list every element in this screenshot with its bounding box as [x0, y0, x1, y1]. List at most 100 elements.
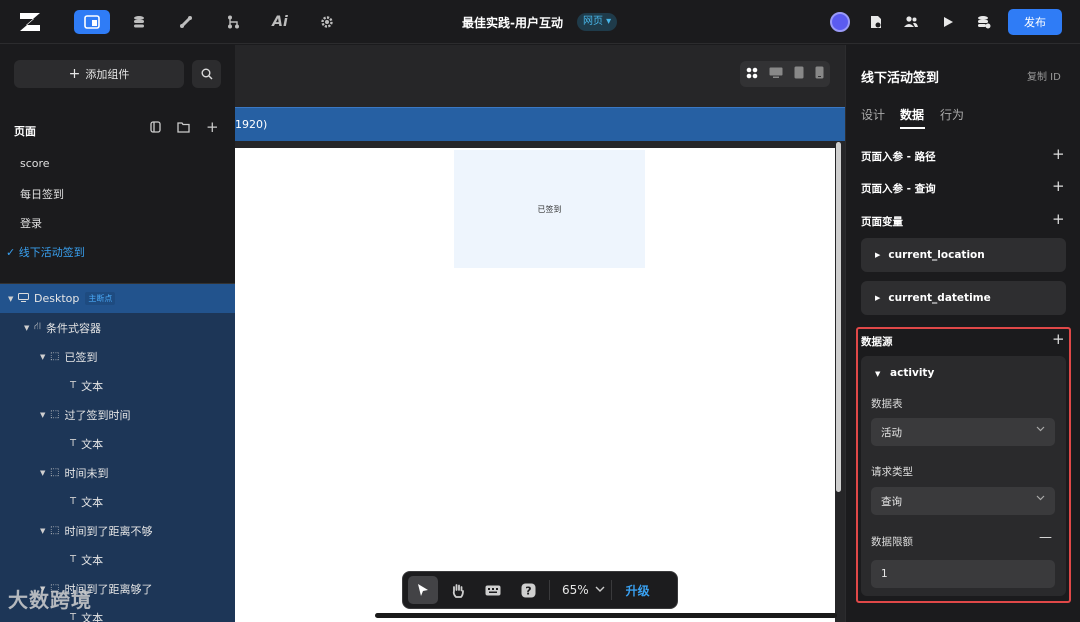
chevron-down-icon — [1036, 425, 1045, 435]
tab-behavior[interactable]: 行为 — [940, 106, 964, 123]
table-select[interactable]: 活动 — [871, 418, 1055, 446]
pages-actions: + — [150, 120, 219, 136]
grid-view-icon[interactable] — [746, 67, 758, 82]
variable-name: current_location — [888, 249, 985, 261]
preview-play-icon[interactable] — [938, 12, 958, 32]
limit-input[interactable]: 1 — [871, 560, 1055, 588]
caret-down-icon[interactable]: ▼ — [40, 527, 50, 535]
text-icon: T — [70, 612, 77, 622]
help-icon[interactable]: ? — [513, 576, 543, 604]
search-button[interactable] — [192, 60, 221, 88]
page-item-offline-checkin[interactable]: ✓ 线下活动签到 — [6, 244, 85, 260]
desktop-icon — [18, 292, 29, 305]
plugin-icon[interactable] — [168, 10, 204, 34]
container-icon: ⬚ — [50, 525, 60, 536]
variable-item[interactable]: ▶ current_location — [861, 238, 1066, 272]
settings-icon[interactable] — [309, 10, 345, 34]
tree-node-text[interactable]: T 文本 — [0, 487, 235, 516]
ai-icon[interactable]: Ai — [262, 10, 298, 34]
text-icon: T — [70, 496, 77, 507]
variable-item[interactable]: ▶ current_datetime — [861, 281, 1066, 315]
breakpoint-tag: 主断点 — [85, 292, 116, 305]
variable-name: current_datetime — [888, 292, 991, 304]
app-logo-icon[interactable] — [18, 11, 42, 33]
device-switcher — [740, 61, 830, 87]
page-item-score[interactable]: score — [20, 157, 50, 170]
caret-down-icon[interactable]: ▼ — [8, 295, 18, 303]
signed-container[interactable]: 已签到 — [454, 150, 645, 268]
datasource-header[interactable]: ▼ activity — [875, 367, 934, 379]
users-icon[interactable] — [901, 12, 921, 32]
tree-node-text[interactable]: T 文本 — [0, 545, 235, 574]
tree-node-desktop[interactable]: ▼ Desktop 主断点 — [0, 284, 235, 313]
layer-tree: ▼ Desktop 主断点 ▼ ⛙ 条件式容器 ▼ ⬚ 已签到 T 文本 ▼ ⬚… — [0, 284, 235, 622]
keyboard-icon[interactable] — [478, 576, 508, 604]
watermark: 大数跨境 — [8, 588, 92, 612]
tablet-view-icon[interactable] — [794, 66, 804, 82]
request-type-select[interactable]: 查询 — [871, 487, 1055, 515]
vertical-scrollbar[interactable] — [836, 142, 841, 492]
caret-right-icon[interactable]: ▶ — [875, 294, 880, 302]
caret-down-icon[interactable]: ▼ — [40, 353, 50, 361]
page-preview[interactable]: 已签到 — [235, 148, 835, 622]
mobile-view-icon[interactable] — [815, 66, 824, 82]
tree-node-label: 文本 — [81, 437, 104, 451]
tab-data[interactable]: 数据 — [900, 106, 924, 123]
page-item-login[interactable]: 登录 — [20, 215, 42, 231]
zoom-level[interactable]: 65% — [562, 583, 589, 597]
tree-node-condition[interactable]: ▼ ⛙ 条件式容器 — [0, 313, 235, 342]
ai-assistant-icon[interactable] — [830, 12, 850, 32]
caret-right-icon[interactable]: ▶ — [875, 251, 880, 259]
add-datasource-icon[interactable]: + — [1052, 330, 1065, 348]
svg-text:?: ? — [525, 584, 531, 597]
tree-node-text[interactable]: T 文本 — [0, 429, 235, 458]
database-sync-icon[interactable] — [974, 12, 994, 32]
section-page-vars: 页面变量 — [861, 216, 903, 228]
add-component-button[interactable]: + 添加组件 — [14, 60, 184, 88]
tab-design[interactable]: 设计 — [861, 106, 885, 123]
page-item-daily-checkin[interactable]: 每日签到 — [20, 186, 64, 202]
tree-node-label: 文本 — [81, 495, 104, 509]
hand-tool-icon[interactable] — [443, 576, 473, 604]
remove-limit-icon[interactable]: — — [1039, 530, 1052, 545]
section-params-path: 页面入参 - 路径 — [861, 151, 936, 163]
tree-node-text[interactable]: T 文本 — [0, 371, 235, 400]
add-param-path-icon[interactable]: + — [1052, 145, 1065, 163]
upgrade-link[interactable]: 升级 — [626, 582, 650, 599]
limit-value: 1 — [881, 568, 888, 580]
caret-down-icon[interactable]: ▼ — [24, 324, 34, 332]
container-icon: ⬚ — [50, 351, 60, 362]
add-param-query-icon[interactable]: + — [1052, 177, 1065, 195]
text-icon: T — [70, 554, 77, 565]
datasource-card: ▼ activity 数据表 活动 请求类型 查询 数据限额 — 1 — [861, 356, 1066, 596]
desktop-view-icon[interactable] — [769, 67, 783, 81]
project-title[interactable]: 最佳实践-用户互动 — [462, 14, 563, 31]
active-tab-indicator — [900, 127, 925, 129]
horizontal-scrollbar[interactable] — [375, 613, 837, 618]
tree-node-container[interactable]: ▼ ⬚ 时间到了距离不够 — [0, 516, 235, 545]
add-page-var-icon[interactable]: + — [1052, 210, 1065, 228]
page-template-icon[interactable] — [150, 121, 161, 136]
editor-canvas[interactable]: 1920) 已签到 ? 65% 升级 — [235, 45, 845, 622]
platform-badge[interactable]: 网页 ▾ — [577, 13, 618, 31]
caret-down-icon[interactable]: ▼ — [875, 370, 880, 378]
workflow-icon[interactable] — [215, 10, 251, 34]
caret-down-icon[interactable]: ▼ — [40, 469, 50, 477]
pages-header: 页面 — [14, 125, 36, 138]
select-tool-icon[interactable] — [408, 576, 438, 604]
breakpoint-frame-bar[interactable]: 1920) — [235, 107, 845, 141]
publish-button[interactable]: 发布 — [1008, 9, 1062, 35]
copy-id-button[interactable]: 复制 ID — [1027, 68, 1061, 83]
container-icon: ⬚ — [50, 409, 60, 420]
caret-down-icon[interactable]: ▼ — [40, 411, 50, 419]
tree-node-container[interactable]: ▼ ⬚ 已签到 — [0, 342, 235, 371]
pages-icon[interactable] — [74, 10, 110, 34]
file-settings-icon[interactable] — [866, 12, 886, 32]
page-name[interactable]: 线下活动签到 — [861, 67, 939, 86]
add-page-icon[interactable]: + — [206, 120, 219, 136]
page-folder-add-icon[interactable] — [177, 121, 190, 136]
chevron-down-icon[interactable] — [595, 585, 605, 595]
tree-node-container[interactable]: ▼ ⬚ 时间未到 — [0, 458, 235, 487]
database-icon[interactable] — [121, 10, 157, 34]
tree-node-container[interactable]: ▼ ⬚ 过了签到时间 — [0, 400, 235, 429]
